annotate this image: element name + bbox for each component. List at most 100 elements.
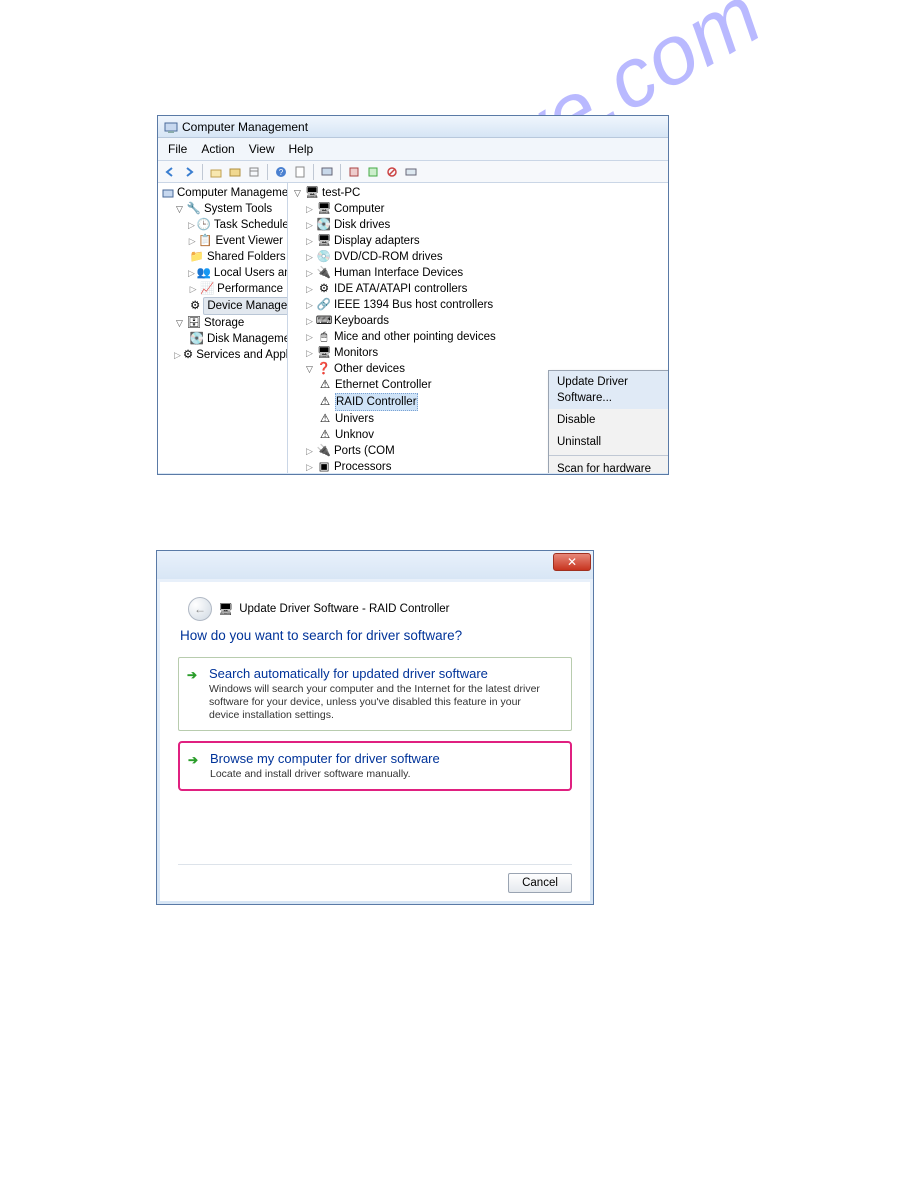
expander-icon[interactable]	[188, 236, 196, 247]
up-icon[interactable]	[208, 164, 224, 180]
forward-icon[interactable]	[181, 164, 197, 180]
context-menu-update-driver[interactable]: Update Driver Software...	[549, 371, 668, 409]
port-icon: 🔌	[317, 444, 331, 458]
device-root[interactable]: 🖥test-PC	[290, 185, 666, 201]
expander-icon[interactable]	[304, 268, 315, 279]
tree-label: Ports (COM	[334, 443, 395, 459]
tree-root[interactable]: Computer Management	[160, 185, 285, 201]
tree-item-shared-folders[interactable]: 📁Shared Folders	[160, 249, 285, 265]
expander-icon[interactable]	[188, 220, 195, 231]
expander-icon[interactable]	[188, 284, 198, 295]
tree-item-system-tools[interactable]: 🔧System Tools	[160, 201, 285, 217]
gauge-icon: 📈	[200, 282, 214, 296]
monitor-icon: 🖥	[317, 346, 331, 360]
tools-icon: 🔧	[187, 202, 201, 216]
device-item[interactable]: 🔌Human Interface Devices	[290, 265, 666, 281]
expander-icon[interactable]	[174, 318, 185, 329]
firewire-icon: 🔗	[317, 298, 331, 312]
unknown-icon: ❓	[317, 362, 331, 376]
tree-item-services[interactable]: ⚙Services and Applicat	[160, 347, 285, 363]
tree-item-performance[interactable]: 📈Performance	[160, 281, 285, 297]
menu-action[interactable]: Action	[195, 140, 240, 158]
separator-icon	[202, 164, 203, 180]
device-item[interactable]: ⌨Keyboards	[290, 313, 666, 329]
menu-help[interactable]: Help	[283, 140, 320, 158]
folder-icon[interactable]	[227, 164, 243, 180]
svg-text:?: ?	[279, 168, 284, 177]
tree-label: Performance	[217, 281, 283, 297]
device-tree[interactable]: 🖥test-PC 🖥Computer 💽Disk drives 🖥Display…	[288, 183, 668, 473]
title-bar[interactable]: Computer Management	[158, 116, 668, 138]
expander-icon[interactable]	[304, 446, 315, 457]
expander-icon[interactable]	[304, 364, 315, 375]
separator-icon	[267, 164, 268, 180]
menu-file[interactable]: File	[162, 140, 193, 158]
disable-icon[interactable]	[384, 164, 400, 180]
controller-icon: ⚙	[317, 282, 331, 296]
expander-icon[interactable]	[304, 332, 315, 343]
tree-item-local-users[interactable]: 👥Local Users and Gr	[160, 265, 285, 281]
panes: Computer Management 🔧System Tools 🕒Task …	[158, 183, 668, 473]
context-menu-scan-hardware[interactable]: Scan for hardware changes	[549, 458, 668, 473]
left-tree[interactable]: Computer Management 🔧System Tools 🕒Task …	[158, 183, 288, 473]
option-title: Search automatically for updated driver …	[209, 666, 561, 681]
uninstall-icon[interactable]	[346, 164, 362, 180]
tree-item-task-scheduler[interactable]: 🕒Task Scheduler	[160, 217, 285, 233]
tree-item-disk-management[interactable]: 💽Disk Management	[160, 331, 285, 347]
disk-icon: 💽	[317, 218, 331, 232]
warning-icon: ⚠	[318, 378, 332, 392]
tree-item-device-manager[interactable]: ⚙Device Manager	[160, 297, 285, 315]
list-icon[interactable]	[246, 164, 262, 180]
back-button[interactable]: ←	[188, 597, 212, 621]
expander-icon[interactable]	[304, 252, 315, 263]
device-item[interactable]: ⚙IDE ATA/ATAPI controllers	[290, 281, 666, 297]
expander-icon[interactable]	[188, 268, 195, 279]
help-icon[interactable]: ?	[273, 164, 289, 180]
tree-label: Processors	[334, 459, 392, 473]
expander-icon[interactable]	[292, 188, 303, 199]
device-item[interactable]: 🖥Computer	[290, 201, 666, 217]
tree-label: Univers	[335, 411, 374, 427]
expander-icon[interactable]	[304, 316, 315, 327]
dvd-icon: 💿	[317, 250, 331, 264]
expander-icon[interactable]	[174, 204, 185, 215]
device-item[interactable]: 🖥Display adapters	[290, 233, 666, 249]
cancel-button[interactable]: Cancel	[508, 873, 572, 893]
close-button[interactable]: ✕	[553, 553, 591, 571]
expander-icon[interactable]	[174, 350, 181, 361]
tree-item-storage[interactable]: 🗄Storage	[160, 315, 285, 331]
option-browse-computer[interactable]: ➔ Browse my computer for driver software…	[178, 741, 572, 791]
scan-hardware-icon[interactable]	[403, 164, 419, 180]
menu-view[interactable]: View	[243, 140, 281, 158]
option-search-automatically[interactable]: ➔ Search automatically for updated drive…	[178, 657, 572, 731]
device-item[interactable]: 🔗IEEE 1394 Bus host controllers	[290, 297, 666, 313]
expander-icon[interactable]	[304, 220, 315, 231]
tree-label: Unknov	[335, 427, 374, 443]
menu-bar[interactable]: File Action View Help	[158, 138, 668, 161]
device-item[interactable]: 💽Disk drives	[290, 217, 666, 233]
device-item[interactable]: 🖥Monitors	[290, 345, 666, 361]
expander-icon[interactable]	[304, 236, 315, 247]
context-menu-disable[interactable]: Disable	[549, 409, 668, 431]
back-icon[interactable]	[162, 164, 178, 180]
tree-label: Device Manager	[203, 297, 288, 315]
properties-icon[interactable]	[292, 164, 308, 180]
event-icon: 📋	[198, 234, 212, 248]
device-item[interactable]: 🖱Mice and other pointing devices	[290, 329, 666, 345]
update-driver-dialog: ✕ ← 🖥 Update Driver Software - RAID Cont…	[156, 550, 594, 905]
dialog-chrome: ✕	[157, 551, 593, 579]
disk-icon: 💽	[190, 332, 204, 346]
monitor-icon[interactable]	[319, 164, 335, 180]
context-menu-uninstall[interactable]: Uninstall	[549, 431, 668, 453]
expander-icon[interactable]	[304, 462, 315, 473]
expander-icon[interactable]	[304, 284, 315, 295]
device-item[interactable]: 💿DVD/CD-ROM drives	[290, 249, 666, 265]
tree-item-event-viewer[interactable]: 📋Event Viewer	[160, 233, 285, 249]
separator-icon	[340, 164, 341, 180]
update-driver-icon[interactable]	[365, 164, 381, 180]
hid-icon: 🔌	[317, 266, 331, 280]
expander-icon[interactable]	[304, 300, 315, 311]
tree-label: DVD/CD-ROM drives	[334, 249, 443, 265]
expander-icon[interactable]	[304, 348, 315, 359]
expander-icon[interactable]	[304, 204, 315, 215]
